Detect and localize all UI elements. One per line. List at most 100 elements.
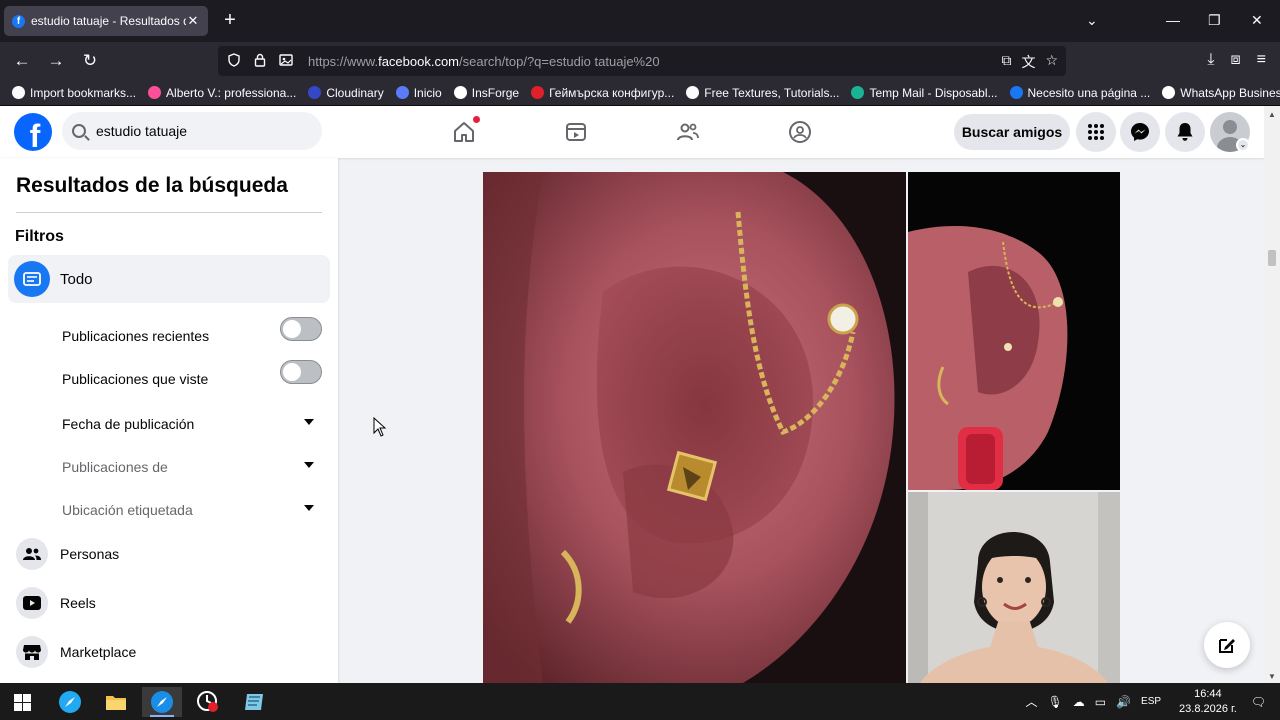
facebook-page: f estudio tatuaje Buscar amigos ⌄ Result…: [0, 106, 1280, 683]
bookmark-item[interactable]: WhatsApp Business: [1162, 86, 1280, 100]
windows-start-icon[interactable]: [2, 687, 42, 717]
bookmark-star-icon[interactable]: ☆: [1045, 52, 1058, 72]
result-photo-ear-chain-piercing[interactable]: [908, 172, 1120, 490]
notifications-bell-icon[interactable]: [1165, 112, 1205, 152]
search-input[interactable]: estudio tatuaje: [96, 123, 187, 139]
bookmark-label: Temp Mail - Disposabl...: [869, 85, 998, 100]
bookmark-favicon-icon: [851, 86, 865, 99]
category-reels-label: Reels: [60, 595, 96, 611]
restore-window-button[interactable]: ❐: [1208, 12, 1221, 29]
category-marketplace[interactable]: Marketplace: [16, 636, 136, 668]
home-nav-icon[interactable]: [450, 116, 480, 146]
result-photo-woman-portrait[interactable]: [908, 492, 1120, 683]
taskbar-clock[interactable]: 16:44 23.8.2026 г.: [1179, 687, 1237, 717]
translate-page-icon[interactable]: ⧉: [1001, 52, 1011, 72]
close-tab-icon[interactable]: ✕: [186, 13, 200, 29]
search-filters-sidebar: Resultados de la búsqueda Filtros Todo P…: [0, 158, 338, 683]
people-icon: [16, 538, 48, 570]
messenger-icon[interactable]: [1120, 112, 1160, 152]
bookmark-label: Cloudinary: [326, 85, 384, 100]
bookmark-label: Import bookmarks...: [30, 85, 137, 100]
category-people[interactable]: Personas: [16, 538, 119, 570]
bookmark-item[interactable]: InsForge: [453, 86, 519, 100]
forward-arrow-icon[interactable]: →: [46, 51, 66, 71]
bookmark-favicon-icon: [148, 86, 162, 99]
filter-tagged-location[interactable]: Ubicación etiquetada: [62, 502, 193, 518]
new-message-compose-button[interactable]: [1204, 622, 1250, 668]
extensions-icon[interactable]: ⧈: [1230, 51, 1240, 69]
network-icon[interactable]: ▭: [1095, 695, 1106, 709]
bookmark-favicon-icon: [12, 86, 25, 99]
new-tab-button[interactable]: +: [220, 10, 240, 30]
bookmark-item[interactable]: Import bookmarks...: [12, 86, 136, 100]
scroll-thumb[interactable]: [1268, 250, 1276, 266]
microphone-icon[interactable]: 🎙: [1048, 695, 1063, 709]
friends-nav-icon[interactable]: [674, 118, 702, 146]
downloads-icon[interactable]: ⤓: [1207, 51, 1214, 69]
account-chevron-down-icon[interactable]: ⌄: [1236, 138, 1250, 152]
scroll-down-icon[interactable]: ▼: [1268, 672, 1276, 681]
reload-icon[interactable]: ↻: [80, 51, 100, 71]
bookmark-label: Free Textures, Tutorials...: [704, 85, 840, 100]
active-browser-taskbar-icon[interactable]: [142, 687, 182, 717]
facebook-search-box[interactable]: estudio tatuaje: [62, 112, 322, 150]
clock-date: 23.8.2026 г.: [1179, 702, 1237, 715]
facebook-favicon-icon: f: [12, 14, 25, 28]
translate-icon[interactable]: 文: [1021, 52, 1035, 72]
menu-grid-icon[interactable]: [1076, 112, 1116, 152]
notes-app-icon[interactable]: [234, 687, 274, 717]
language-indicator[interactable]: ESP: [1141, 696, 1161, 707]
filters-heading: Filtros: [15, 228, 64, 245]
close-window-button[interactable]: ✕: [1251, 12, 1263, 29]
recent-posts-toggle[interactable]: [280, 317, 322, 341]
page-permissions-icon[interactable]: [276, 53, 296, 69]
mouse-cursor: [373, 416, 387, 442]
bookmark-item[interactable]: Inicio: [395, 86, 442, 100]
tab-title: estudio tatuaje - Resultados de: [31, 14, 186, 28]
volume-icon[interactable]: 🔊: [1116, 695, 1131, 709]
video-nav-icon[interactable]: [562, 118, 590, 146]
url-bar[interactable]: https://www.facebook.com/search/top/?q=e…: [218, 46, 1066, 76]
list-all-tabs-icon[interactable]: ⌄: [1086, 12, 1098, 29]
bookmark-item[interactable]: Temp Mail - Disposabl...: [851, 85, 998, 100]
category-reels[interactable]: Reels: [16, 587, 96, 619]
filter-date-posted[interactable]: Fecha de publicación: [62, 416, 194, 432]
menu-icon[interactable]: ≡: [1257, 51, 1266, 69]
system-tray: ︿ 🎙 ☁ ▭ 🔊 ESP 16:44 23.8.2026 г. 🗨: [1025, 683, 1280, 720]
groups-nav-icon[interactable]: [786, 118, 814, 146]
bookmark-favicon-icon: [686, 86, 700, 99]
recording-app-icon[interactable]: [188, 687, 228, 717]
filter-posts-from[interactable]: Publicaciones de: [62, 459, 168, 475]
page-scrollbar[interactable]: ▲ ▼: [1264, 106, 1280, 683]
file-explorer-icon[interactable]: [96, 687, 136, 717]
date-dropdown-caret-icon[interactable]: [304, 419, 314, 425]
browser-tab-active[interactable]: f estudio tatuaje - Resultados de ✕: [4, 6, 208, 36]
location-dropdown-caret-icon[interactable]: [304, 505, 314, 511]
clock-time: 16:44: [1194, 687, 1222, 700]
back-arrow-icon[interactable]: ←: [12, 51, 32, 71]
filter-all[interactable]: Todo: [8, 255, 330, 303]
notification-center-icon[interactable]: 🗨: [1251, 695, 1266, 709]
bookmark-label: Геймърска конфигур...: [549, 85, 675, 100]
show-hidden-icons-chevron-icon[interactable]: ︿: [1025, 693, 1037, 710]
url-text[interactable]: https://www.facebook.com/search/top/?q=e…: [308, 54, 660, 69]
filter-recent-posts-label: Publicaciones recientes: [62, 328, 210, 344]
bookmarks-bar: Import bookmarks... Alberto V.: professio…: [0, 80, 1280, 106]
seen-posts-toggle[interactable]: [280, 360, 322, 384]
bookmark-label: WhatsApp Business: [1180, 85, 1280, 100]
bookmark-item[interactable]: Cloudinary: [308, 85, 384, 100]
bookmark-item[interactable]: Free Textures, Tutorials...: [686, 86, 839, 100]
posts-from-dropdown-caret-icon[interactable]: [304, 462, 314, 468]
minimize-window-button[interactable]: —: [1166, 12, 1180, 28]
lock-icon[interactable]: [250, 53, 270, 70]
facebook-logo[interactable]: f: [14, 113, 52, 151]
bookmark-item[interactable]: Геймърска конфигур...: [531, 86, 674, 100]
bookmark-item[interactable]: Necesito una página ...: [1009, 86, 1150, 100]
scroll-up-icon[interactable]: ▲: [1268, 110, 1276, 119]
bookmark-item[interactable]: Alberto V.: professiona...: [148, 86, 296, 100]
result-photo-ear-closeup[interactable]: [483, 172, 906, 683]
tracking-shield-icon[interactable]: [224, 52, 244, 70]
browser-taskbar-icon[interactable]: [50, 687, 90, 717]
cloud-sync-icon[interactable]: ☁: [1073, 695, 1085, 709]
find-friends-button[interactable]: Buscar amigos: [954, 114, 1070, 150]
